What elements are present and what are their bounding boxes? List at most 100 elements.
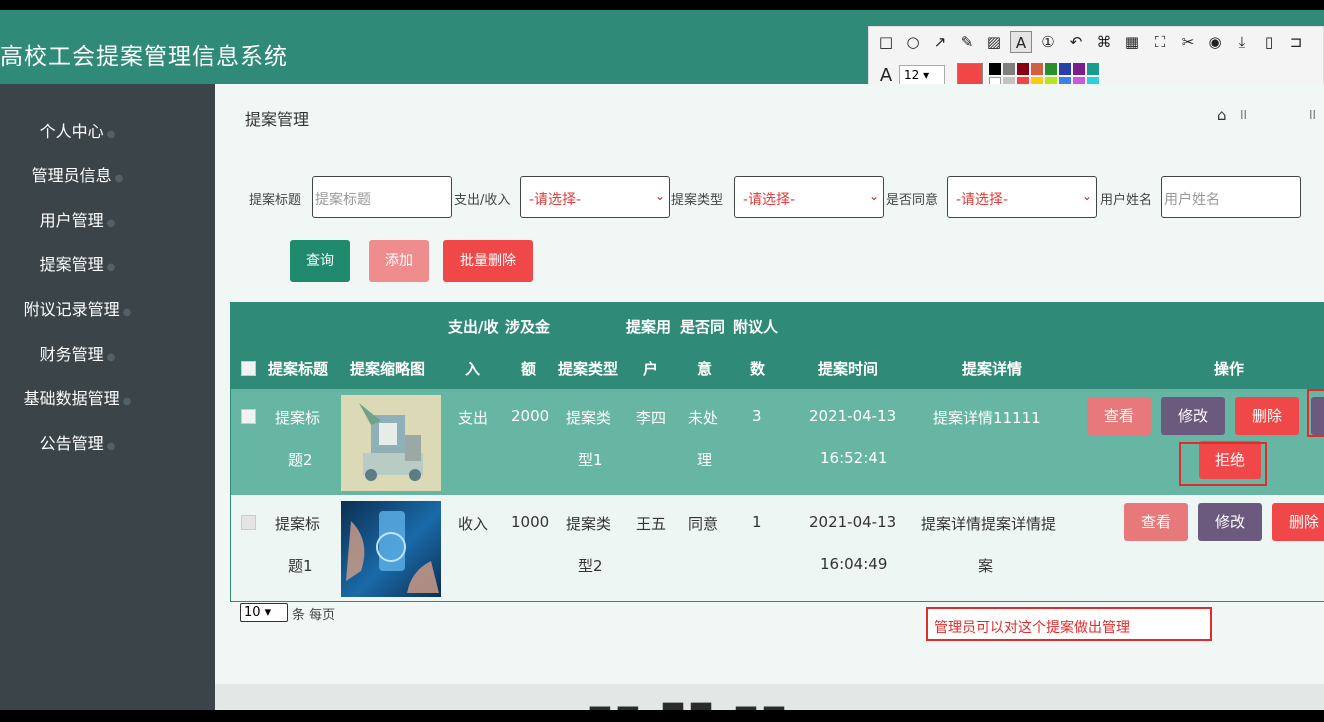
cell-seconds: 3 (752, 407, 762, 425)
col-inout-line2: 入 (465, 360, 481, 378)
mosaic-tool-icon[interactable]: ▨ (983, 31, 1005, 53)
copy-icon[interactable]: ▯ (1258, 31, 1280, 53)
color-swatch[interactable] (989, 63, 1001, 75)
color-swatch[interactable] (1017, 63, 1029, 75)
delete-button[interactable]: 删除 (1272, 503, 1324, 541)
color-swatch[interactable] (1003, 63, 1015, 75)
sidebar-item-base-data[interactable]: 基础数据管理 ● (0, 385, 155, 409)
chevron-icon: ● (106, 441, 116, 452)
title-search-input[interactable]: 提案标题 (312, 176, 452, 218)
cell-type-line1: 提案类 (566, 515, 612, 533)
row-checkbox[interactable] (241, 409, 256, 424)
batch-delete-button[interactable]: 批量删除 (443, 240, 533, 282)
inout-select[interactable]: -请选择- ⌄ (520, 176, 670, 218)
user-name-input[interactable]: 用户姓名 (1161, 176, 1301, 218)
cell-detail-line2: 案 (978, 557, 994, 575)
search-button[interactable]: 查询 (290, 240, 350, 282)
color-swatch[interactable] (1087, 63, 1099, 75)
cell-time-date: 2021-04-13 (809, 407, 897, 425)
cell-detail-line1: 提案详情提案详情提 (921, 515, 1057, 533)
agree-select-value: -请选择- (956, 192, 1009, 208)
inout-select-value: -请选择- (529, 192, 582, 208)
record-icon[interactable]: ◉ (1204, 31, 1226, 53)
arrow-tool-icon[interactable]: ↗ (929, 31, 951, 53)
view-button[interactable]: 查看 (1087, 397, 1151, 435)
annotation-text-note[interactable]: 管理员可以对这个提案做出管理 (926, 607, 1212, 641)
page-size-select[interactable]: 10 ▾ (240, 603, 288, 622)
cell-time-clock: 16:04:49 (820, 555, 888, 573)
cell-inout: 支出 (458, 409, 489, 427)
delete-button[interactable]: 删除 (1235, 397, 1299, 435)
chevron-down-icon: ⌄ (868, 189, 879, 203)
text-tool-icon[interactable]: A (1010, 31, 1032, 53)
bookmark-icon[interactable]: ⊐ (1285, 31, 1307, 53)
color-swatch[interactable] (1059, 63, 1071, 75)
table-row: 提案标 题2 支出 2000 提案类 型1 李四 未处 理 3 2021-04-… (231, 389, 1324, 495)
font-size-value: 12 (904, 68, 920, 82)
sidebar-item-admin-info[interactable]: 管理员信息 ● (0, 162, 155, 186)
col-agree-line1: 是否同 (680, 318, 726, 336)
proposal-thumbnail[interactable] (341, 395, 441, 491)
cell-type-line2: 型1 (578, 451, 603, 469)
proposal-table: 提案标题 提案缩略图 支出/收 入 涉及金 额 提案类型 提案用 户 是否同 意… (230, 302, 1324, 602)
cell-time-date: 2021-04-13 (809, 513, 897, 531)
select-all-checkbox[interactable] (241, 361, 256, 376)
edit-button[interactable]: 修改 (1161, 397, 1225, 435)
type-select[interactable]: -请选择- ⌄ (734, 176, 884, 218)
annotation-highlight-box (1179, 442, 1267, 486)
hands-tech-illustration-icon (346, 511, 439, 593)
translate-icon[interactable]: ✂ (1177, 31, 1199, 53)
chevron-icon: ● (106, 129, 116, 140)
pen-tool-icon[interactable]: ✎ (956, 31, 978, 53)
agree-select[interactable]: -请选择- ⌄ (947, 176, 1097, 218)
sidebar-item-personal-center[interactable]: 个人中心 ● (0, 118, 155, 142)
cell-detail: 提案详情11111 (933, 409, 1041, 427)
col-amount-line2: 额 (521, 360, 537, 378)
sidebar-item-proposal-management[interactable]: 提案管理 ● (0, 251, 155, 275)
sidebar-item-user-management[interactable]: 用户管理 ● (0, 207, 155, 231)
chevron-icon: ● (106, 262, 116, 273)
add-button[interactable]: 添加 (369, 240, 429, 282)
row-checkbox[interactable] (241, 515, 256, 530)
sidebar-item-label: 个人中心 (39, 122, 104, 141)
undo-icon[interactable]: ↶ (1065, 31, 1087, 53)
pin-icon[interactable]: ▦ (1121, 31, 1143, 53)
cell-inout: 收入 (458, 515, 489, 533)
cell-title-line2: 题2 (288, 451, 313, 469)
chevron-icon: ● (106, 352, 116, 363)
sidebar-item-second-records[interactable]: 附议记录管理 ● (0, 296, 155, 320)
app-title: 高校工会提案管理信息系统 (0, 44, 288, 70)
cell-type-line2: 型2 (578, 557, 603, 575)
view-button[interactable]: 查看 (1124, 503, 1188, 541)
col-user-line1: 提案用 (626, 318, 672, 336)
table-row: 提案标 题1 收入 1000 提案类 型2 王五 同意 1 2021-04-13… (231, 495, 1324, 601)
circle-tool-icon[interactable]: ○ (902, 31, 924, 53)
proposal-thumbnail[interactable] (341, 501, 441, 597)
download-icon[interactable]: ⤓ (1231, 31, 1253, 53)
sidebar-item-label: 提案管理 (39, 255, 104, 274)
cell-title-line1: 提案标 (275, 409, 321, 427)
sidebar-item-notices[interactable]: 公告管理 ● (0, 430, 155, 454)
chevron-down-icon: ⌄ (654, 189, 665, 203)
sidebar-item-label: 管理员信息 (31, 166, 112, 185)
filter-type-label: 提案类型 (671, 193, 724, 208)
color-swatch[interactable] (1045, 63, 1057, 75)
page-size-value: 10 (244, 605, 261, 620)
home-icon[interactable]: ⌂ (1217, 106, 1227, 124)
edit-button[interactable]: 修改 (1198, 503, 1262, 541)
overlay-ghost-text: ▂ ▆▆ ▇▇ ▆▆ (545, 700, 792, 710)
color-swatch[interactable] (1031, 63, 1043, 75)
font-size-select[interactable]: 12 ▾ (899, 65, 945, 85)
filter-user-label: 用户姓名 (1100, 193, 1153, 208)
ocr-icon[interactable]: ⌘ (1093, 31, 1115, 53)
sidebar-item-finance[interactable]: 财务管理 ● (0, 341, 155, 365)
color-swatch[interactable] (1073, 63, 1085, 75)
number-tool-icon[interactable]: ① (1037, 31, 1059, 53)
chevron-icon: ● (106, 218, 116, 229)
rectangle-tool-icon[interactable]: □ (875, 31, 897, 53)
col-amount-line1: 涉及金 (505, 318, 551, 336)
scan-icon[interactable]: ⛶ (1149, 31, 1171, 53)
table-header: 提案标题 提案缩略图 支出/收 入 涉及金 额 提案类型 提案用 户 是否同 意… (231, 303, 1324, 389)
cell-type-line1: 提案类 (566, 409, 612, 427)
machine-illustration-icon (341, 395, 441, 491)
